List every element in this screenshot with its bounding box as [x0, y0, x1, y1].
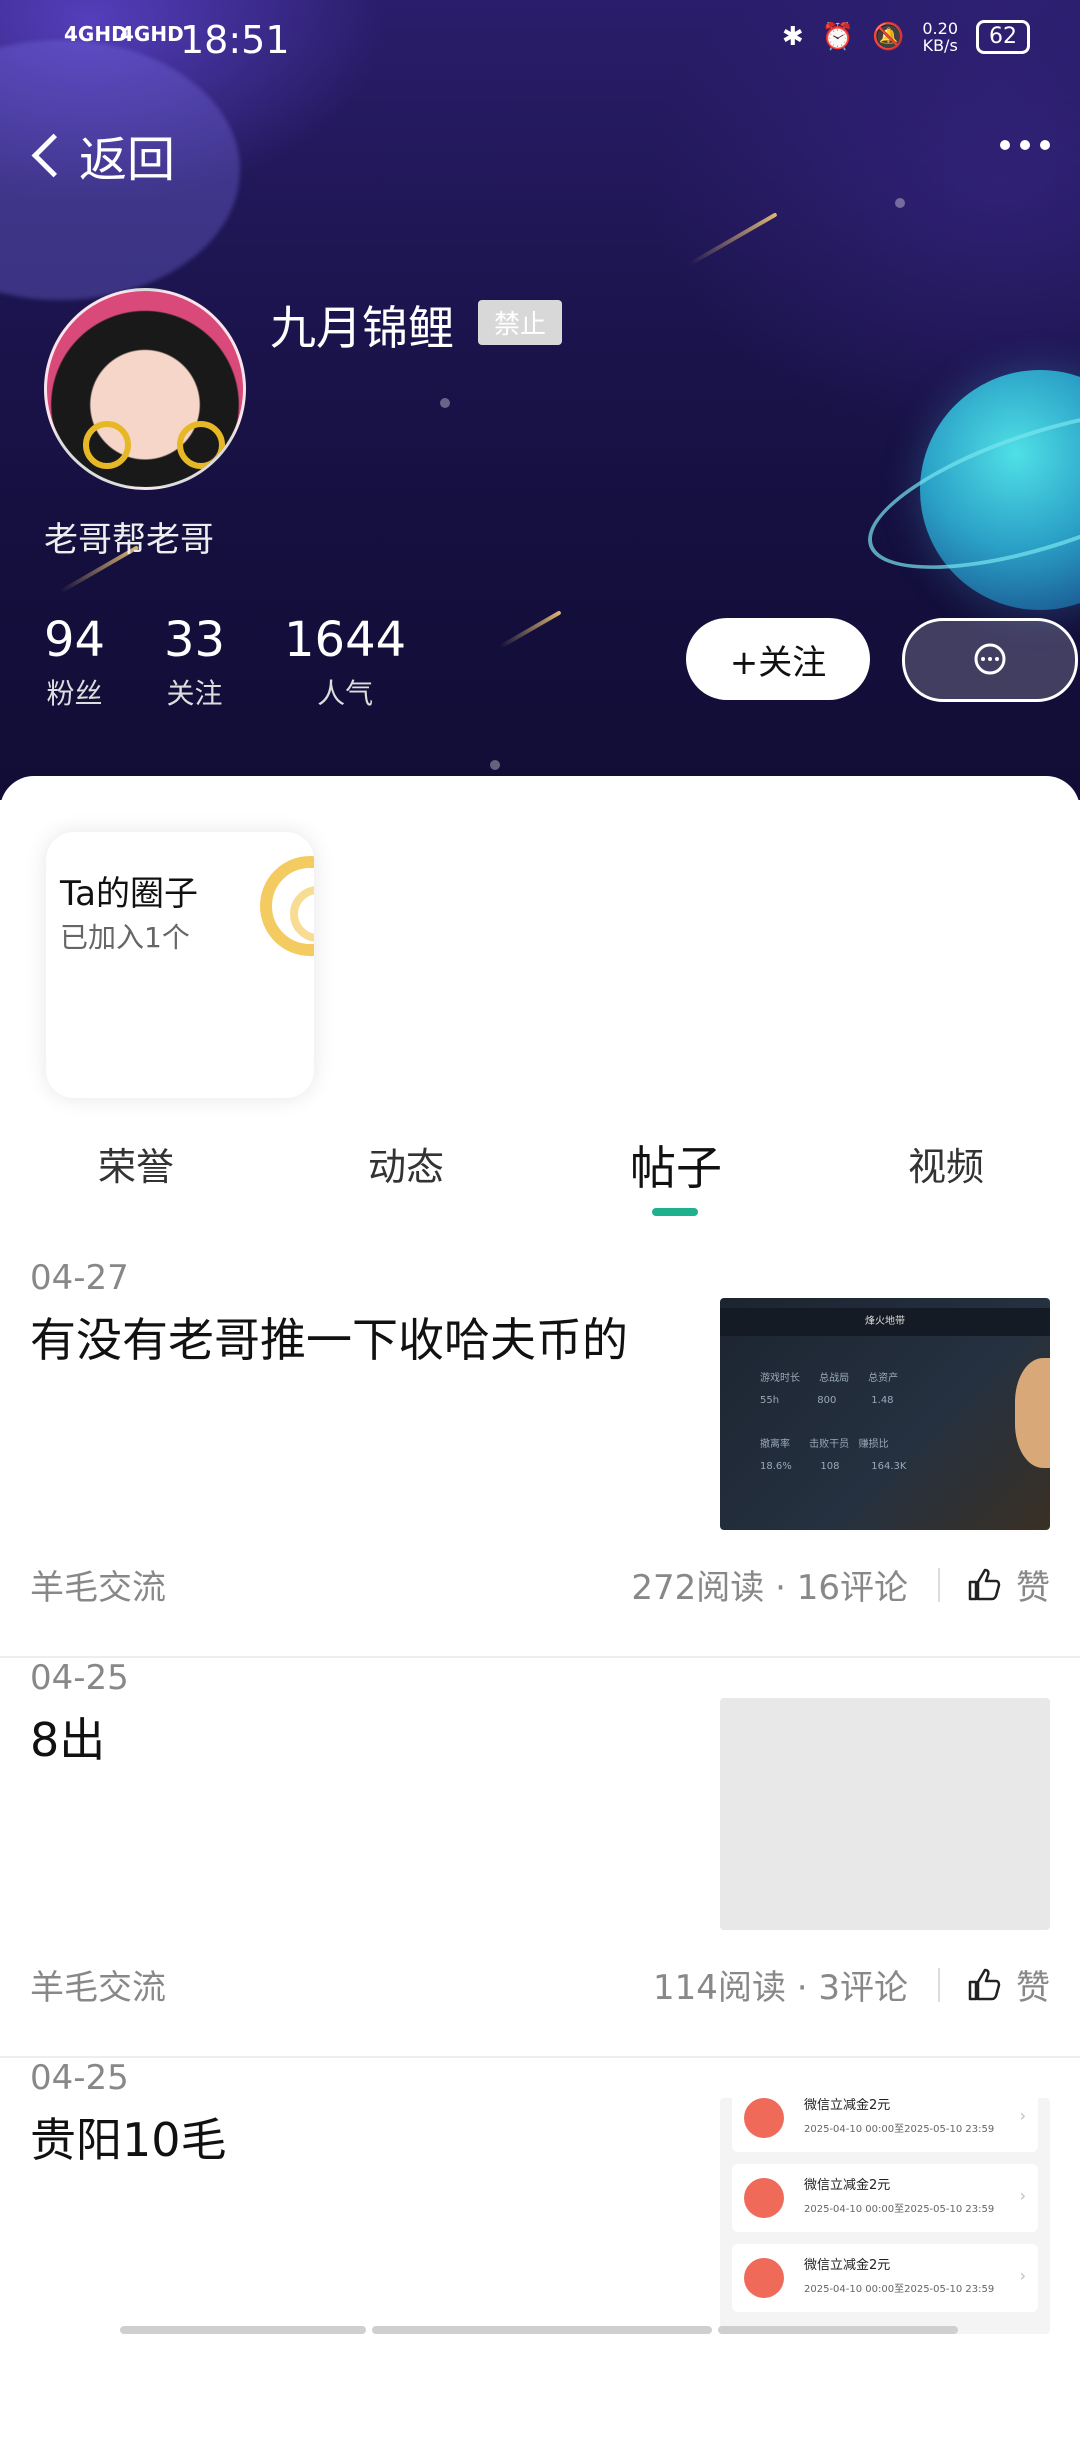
profile-content: Ta的圈子 已加入1个 荣誉 动态 帖子 视频 04-27 有没有老哥推一下收哈…: [0, 776, 1080, 2340]
signal-indicator: 4GHD: [120, 22, 184, 46]
star-dot: [490, 760, 500, 770]
post-stats: 272阅读 · 16评论: [631, 1568, 908, 1608]
post-title: 有没有老哥推一下收哈夫币的: [30, 1313, 628, 1367]
circle-title: Ta的圈子: [60, 874, 198, 914]
post-title: 贵阳10毛: [30, 2113, 227, 2167]
shooting-star-decoration: [689, 212, 778, 266]
tab-videos[interactable]: 视频: [856, 1136, 1036, 1191]
back-button[interactable]: 返回: [28, 120, 175, 190]
chevron-left-icon: [31, 133, 76, 177]
post-item[interactable]: 04-25 贵阳10毛 微信立减金2元 2025-04-10 00:00至202…: [0, 2058, 1080, 2456]
coupon-item: 微信立减金2元 2025-04-10 00:00至2025-05-10 23:5…: [732, 2164, 1038, 2232]
coupon-icon: [744, 2098, 784, 2138]
tab-honors[interactable]: 荣誉: [46, 1136, 226, 1191]
chevron-right-icon: ›: [1019, 2186, 1026, 2205]
circle-card[interactable]: Ta的圈子 已加入1个: [46, 832, 314, 1098]
follow-button[interactable]: +关注: [686, 618, 870, 700]
star-dot: [440, 398, 450, 408]
post-thumbnail[interactable]: [720, 1698, 1050, 1930]
clock: 18:51: [180, 18, 290, 62]
alarm-icon: ⏰: [821, 22, 854, 52]
star-dot: [895, 198, 905, 208]
following-stat[interactable]: 33 关注: [164, 612, 225, 712]
chat-bubble-icon: [974, 643, 1006, 675]
coupon-item: 微信立减金2元 2025-04-10 00:00至2025-05-10 23:5…: [732, 2244, 1038, 2312]
post-thumbnail[interactable]: 微信立减金2元 2025-04-10 00:00至2025-05-10 23:5…: [720, 2098, 1050, 2334]
like-button[interactable]: 赞: [966, 1960, 1050, 2009]
battery-level: 62: [976, 20, 1030, 54]
tab-bar: 荣誉 动态 帖子 视频: [0, 1136, 1080, 1216]
post-meta: 羊毛交流 114阅读 · 3评论 赞: [30, 1960, 1050, 2010]
avatar[interactable]: [44, 288, 246, 490]
shooting-star-decoration: [499, 610, 562, 649]
post-category[interactable]: 羊毛交流: [30, 1560, 166, 1609]
status-badge: 禁止: [478, 300, 563, 345]
mute-icon: 🔕: [872, 22, 905, 52]
network-speed: 0.20 KB/s: [922, 19, 958, 55]
post-title: 8出: [30, 1713, 106, 1767]
chevron-right-icon: ›: [1019, 2266, 1026, 2285]
coupon-icon: [744, 2258, 784, 2298]
post-meta: 羊毛交流 272阅读 · 16评论 赞: [30, 1560, 1050, 1610]
back-label: 返回: [79, 132, 176, 188]
character-portrait: [1015, 1358, 1050, 1468]
like-button[interactable]: 赞: [966, 1560, 1050, 1609]
post-date: 04-25: [30, 1658, 129, 1698]
coupon-icon: [744, 2178, 784, 2218]
post-thumbnail[interactable]: 烽火地带 游戏时长 总战局 总资产 55h 800 1.48 撤离率 击败干员 …: [720, 1298, 1050, 1530]
circle-ring-icon: [260, 856, 314, 956]
coupon-item: 微信立减金2元 2025-04-10 00:00至2025-05-10 23:5…: [732, 2098, 1038, 2152]
post-category[interactable]: 羊毛交流: [30, 1960, 166, 2009]
user-nickname: 九月锦鲤: [270, 301, 454, 355]
active-tab-indicator: [652, 1208, 698, 1216]
popularity-stat: 1644 人气: [284, 612, 407, 710]
more-dots-icon: [1000, 140, 1010, 150]
tab-activity[interactable]: 动态: [316, 1136, 496, 1191]
post-date: 04-25: [30, 2058, 129, 2098]
circle-subtitle: 已加入1个: [60, 921, 190, 954]
thumbs-up-icon: [968, 1568, 1001, 1600]
status-bar: 4GHD 4GHD 18:51 ✱ ⏰ 🔕 0.20 KB/s 62: [0, 0, 1080, 84]
fans-stat[interactable]: 94 粉丝: [44, 612, 105, 712]
bottom-scroll-indicator: [120, 2326, 960, 2334]
user-signature: 老哥帮老哥: [44, 520, 214, 560]
post-date: 04-27: [30, 1258, 129, 1298]
thumbs-up-icon: [968, 1968, 1001, 2000]
post-item[interactable]: 04-25 8出 羊毛交流 114阅读 · 3评论 赞: [0, 1658, 1080, 2058]
chevron-right-icon: ›: [1019, 2106, 1026, 2125]
tab-posts[interactable]: 帖子: [586, 1132, 766, 1198]
post-stats: 114阅读 · 3评论: [653, 1968, 908, 2008]
signal-indicator: 4GHD: [64, 22, 128, 46]
bluetooth-icon: ✱: [781, 22, 804, 52]
post-item[interactable]: 04-27 有没有老哥推一下收哈夫币的 烽火地带 游戏时长 总战局 总资产 55…: [0, 1258, 1080, 1658]
message-button[interactable]: [902, 618, 1078, 702]
more-options-button[interactable]: [1000, 140, 1050, 150]
